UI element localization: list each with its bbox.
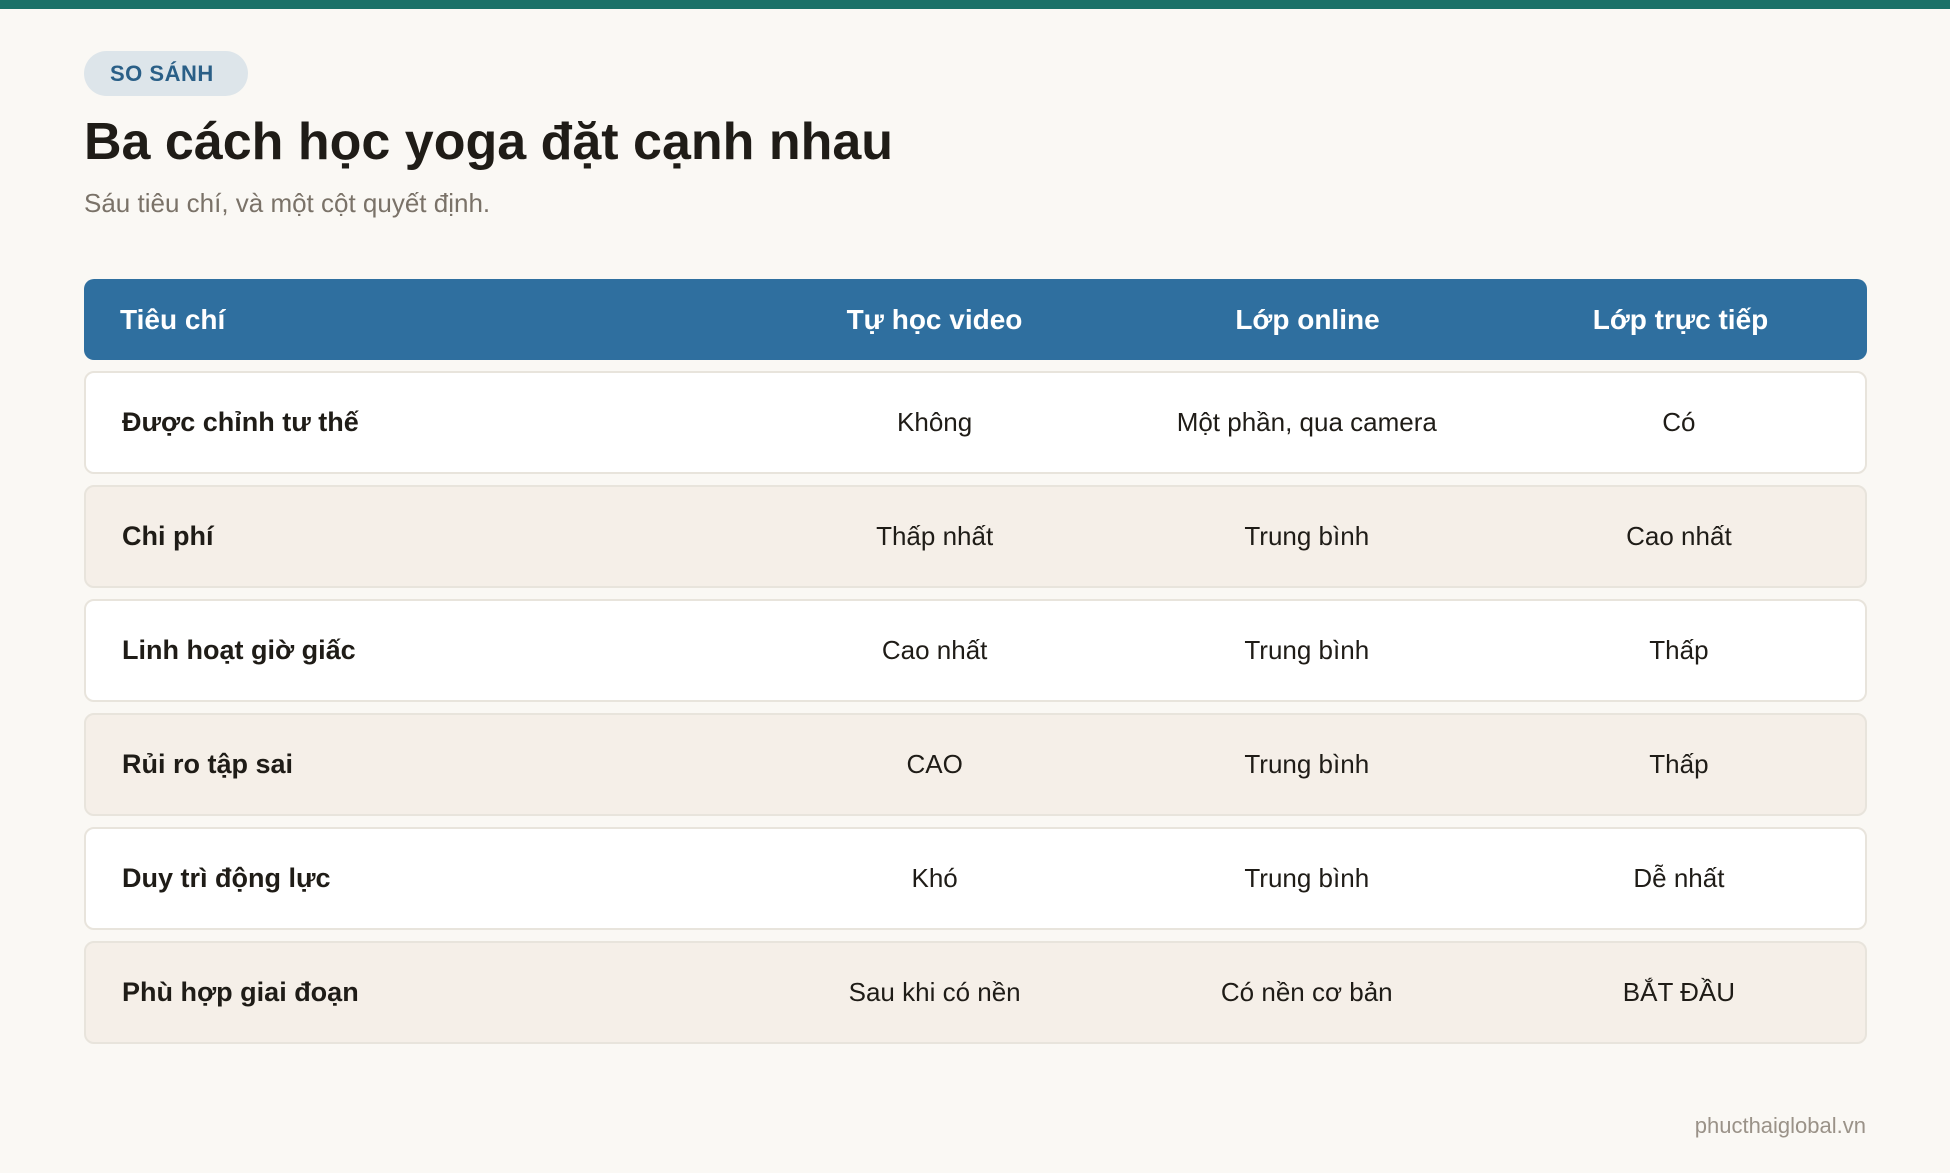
cell-self-study: CAO <box>906 749 963 779</box>
header-online-class: Lớp online <box>1235 303 1380 335</box>
table-row: Rủi ro tập sai CAO Trung bình Thấp <box>84 713 1867 816</box>
header-in-person-class: Lớp trực tiếp <box>1592 303 1769 335</box>
row-criterion: Được chỉnh tư thế <box>122 407 359 437</box>
cell-self-study: Không <box>897 407 973 437</box>
cell-online: Trung bình <box>1244 863 1370 893</box>
cell-in-person: Có <box>1662 407 1696 437</box>
cell-online: Một phần, qua camera <box>1176 407 1437 437</box>
page-title: Ba cách học yoga đặt cạnh nhau <box>84 113 894 171</box>
cell-self-study: Thấp nhất <box>876 521 994 551</box>
cell-in-person: Thấp <box>1649 635 1709 665</box>
cell-online: Trung bình <box>1244 635 1370 665</box>
comparison-table: Tiêu chí Tự học video Lớp online Lớp trự… <box>84 279 1867 1044</box>
cell-in-person: Cao nhất <box>1626 521 1732 551</box>
cell-self-study: Khó <box>911 863 958 893</box>
table-row: Được chỉnh tư thế Không Một phần, qua ca… <box>84 371 1867 474</box>
table-row: Phù hợp giai đoạn Sau khi có nền Có nền … <box>84 941 1867 1044</box>
row-criterion: Phù hợp giai đoạn <box>122 977 359 1007</box>
cell-self-study: Sau khi có nền <box>848 977 1021 1007</box>
header-self-study-video: Tự học video <box>846 303 1023 335</box>
cell-in-person: Thấp <box>1649 749 1709 779</box>
row-criterion: Duy trì động lực <box>122 863 331 893</box>
table-row: Chi phí Thấp nhất Trung bình Cao nhất <box>84 485 1867 588</box>
cell-in-person: BẮT ĐẦU <box>1622 977 1736 1007</box>
row-criterion: Chi phí <box>122 521 214 551</box>
table-row: Duy trì động lực Khó Trung bình Dễ nhất <box>84 827 1867 930</box>
cell-online: Có nền cơ bản <box>1220 977 1393 1007</box>
table-header: Tiêu chí Tự học video Lớp online Lớp trự… <box>84 279 1867 360</box>
section-badge: SO SÁNH <box>84 51 248 96</box>
cell-self-study: Cao nhất <box>881 635 988 665</box>
table-row: Linh hoạt giờ giấc Cao nhất Trung bình T… <box>84 599 1867 702</box>
row-criterion: Rủi ro tập sai <box>122 749 294 779</box>
cell-online: Trung bình <box>1244 521 1370 551</box>
cell-in-person: Dễ nhất <box>1633 863 1725 893</box>
page-subtitle: Sáu tiêu chí, và một cột quyết định. <box>84 188 491 218</box>
top-accent-bar <box>0 0 1950 9</box>
header-criteria: Tiêu chí <box>120 303 226 335</box>
row-criterion: Linh hoạt giờ giấc <box>122 635 356 665</box>
footer-domain: phucthaiglobal.vn <box>1694 1113 1866 1138</box>
cell-online: Trung bình <box>1244 749 1370 779</box>
